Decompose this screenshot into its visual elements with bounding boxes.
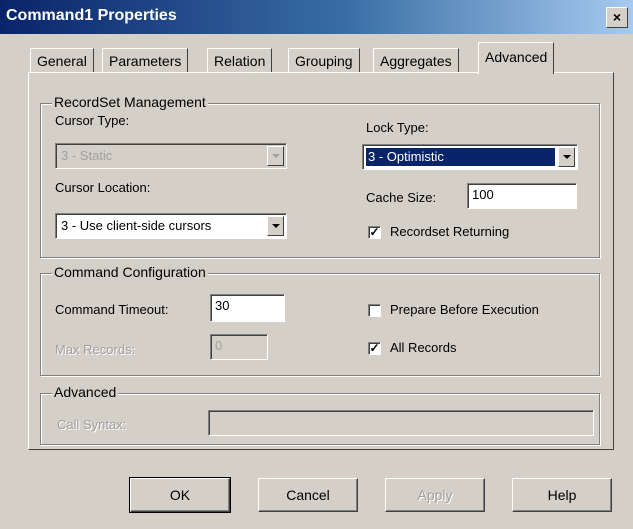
cursor-type-value: 3 - Static — [61, 148, 113, 163]
chevron-down-icon[interactable] — [267, 146, 284, 166]
lock-type-value: 3 - Optimistic — [366, 148, 555, 166]
tab-advanced[interactable]: Advanced — [478, 42, 555, 74]
advanced-legend: Advanced — [52, 384, 119, 400]
command-timeout-label: Command Timeout: — [55, 302, 169, 317]
command-group — [40, 273, 600, 376]
tab-aggregates[interactable]: Aggregates — [373, 48, 459, 72]
window-title: Command1 Properties — [6, 7, 177, 24]
tab-grouping[interactable]: Grouping — [288, 48, 360, 72]
tab-relation[interactable]: Relation — [207, 48, 273, 72]
command-legend: Command Configuration — [52, 264, 208, 280]
max-records-label: Max Records: — [55, 342, 136, 357]
cursor-type-select[interactable]: 3 - Static — [55, 143, 287, 169]
prepare-before-execution-label: Prepare Before Execution — [390, 302, 539, 317]
cancel-button[interactable]: Cancel — [258, 478, 358, 512]
max-records-input[interactable]: 0 — [210, 334, 268, 360]
cursor-type-label: Cursor Type: — [55, 113, 130, 128]
lock-type-label: Lock Type: — [366, 120, 429, 135]
all-records-checkbox[interactable]: ✓ — [368, 342, 381, 355]
recordset-returning-checkbox[interactable]: ✓ — [368, 226, 381, 239]
tab-general[interactable]: General — [30, 48, 94, 72]
tab-parameters[interactable]: Parameters — [102, 48, 189, 72]
chevron-down-icon[interactable] — [558, 147, 575, 167]
ok-button[interactable]: OK — [129, 477, 231, 513]
recordset-legend: RecordSet Management — [52, 94, 208, 110]
prepare-before-execution-checkbox[interactable] — [368, 304, 381, 317]
command-timeout-input[interactable]: 30 — [210, 294, 285, 322]
cursor-location-select[interactable]: 3 - Use client-side cursors — [55, 213, 287, 239]
chevron-down-icon[interactable] — [267, 216, 284, 236]
close-icon[interactable]: × — [606, 7, 628, 28]
call-syntax-label: Call Syntax: — [57, 417, 127, 432]
lock-type-select[interactable]: 3 - Optimistic — [362, 144, 578, 170]
all-records-label: All Records — [390, 340, 457, 355]
cursor-location-value: 3 - Use client-side cursors — [61, 218, 212, 233]
help-button[interactable]: Help — [512, 478, 612, 512]
cursor-location-label: Cursor Location: — [55, 180, 151, 195]
recordset-returning-label: Recordset Returning — [390, 224, 510, 239]
call-syntax-input[interactable] — [208, 410, 594, 436]
cache-size-label: Cache Size: — [366, 190, 437, 205]
apply-button[interactable]: Apply — [385, 478, 485, 512]
cache-size-input[interactable]: 100 — [467, 183, 577, 209]
